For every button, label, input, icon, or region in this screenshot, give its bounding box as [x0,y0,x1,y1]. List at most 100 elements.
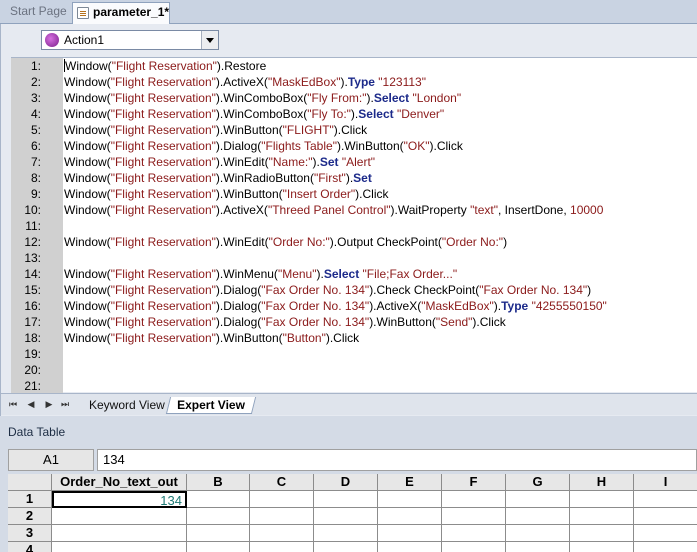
tab-parameter-1[interactable]: parameter_1* [72,2,170,24]
formula-input[interactable]: 134 [97,449,697,471]
code-token-str: "Flights Table" [261,139,337,153]
code-line[interactable]: 13: [11,250,697,266]
last-tab-icon[interactable]: ⏭ [61,400,69,409]
code-token-obj: Window( [64,283,111,297]
code-line[interactable]: 18: Window("Flight Reservation").WinButto… [11,330,697,346]
table-cell[interactable] [187,491,250,508]
code-token-str: "Flight Reservation" [110,267,216,281]
action-dropdown[interactable]: Action1 [41,30,219,50]
table-cell[interactable] [52,542,187,552]
code-line[interactable]: 6: Window("Flight Reservation").Dialog("F… [11,138,697,154]
script-editor[interactable]: 1: Window("Flight Reservation").Restore 2:… [11,57,697,394]
code-line[interactable]: 5: Window("Flight Reservation").WinButton… [11,122,697,138]
table-cell[interactable] [250,525,314,542]
column-header: F [442,474,506,491]
code-line[interactable]: 21: [11,378,697,394]
line-number: 14: [24,267,41,281]
table-cell[interactable] [250,491,314,508]
table-cell[interactable] [634,542,697,552]
document-tabstrip: Start Page parameter_1* [0,0,697,24]
table-cell[interactable] [187,525,250,542]
code-line[interactable]: 9: Window("Flight Reservation").WinButton… [11,186,697,202]
table-cell[interactable] [378,491,442,508]
table-cell[interactable] [570,542,634,552]
code-line[interactable]: 11: [11,218,697,234]
table-cell[interactable] [314,525,378,542]
selected-cell[interactable]: 134 [52,491,187,508]
table-cell[interactable] [52,525,187,542]
table-cell[interactable] [442,525,506,542]
table-cell[interactable] [250,508,314,525]
code-token-obj: Window( [64,235,111,249]
table-cell[interactable] [187,508,250,525]
code-token-str: 10000 [570,203,604,217]
code-line[interactable]: 15: Window("Flight Reservation").Dialog("… [11,282,697,298]
table-cell[interactable] [506,525,570,542]
cell-reference-box[interactable]: A1 [8,449,94,471]
code-line[interactable]: 10: Window("Flight Reservation").ActiveX(… [11,202,697,218]
line-number: 5: [30,123,41,137]
code-line[interactable]: 4: Window("Flight Reservation").WinComboB… [11,106,697,122]
code-token-str: "Fly To:" [307,107,351,121]
code-line[interactable]: 2: Window("Flight Reservation").ActiveX("… [11,74,697,90]
code-token-kw: Set [319,155,339,169]
code-text: Window("Flight Reservation").ActiveX("Th… [64,202,603,218]
tab-keyword-view[interactable]: Keyword View [81,397,173,414]
first-tab-icon[interactable]: ⏮ [9,400,17,409]
next-tab-icon[interactable]: ▶ [45,400,53,409]
code-token-obj: ).WinButton( [369,315,436,329]
code-line[interactable]: 17: Window("Flight Reservation").Dialog("… [11,314,697,330]
code-token-kw: Select [373,91,410,105]
table-cell[interactable] [442,508,506,525]
table-cell[interactable] [314,542,378,552]
table-cell[interactable] [634,508,697,525]
column-header: B [187,474,250,491]
code-line[interactable]: 1: Window("Flight Reservation").Restore [11,58,697,74]
table-cell[interactable] [634,491,697,508]
code-token-str: "Flight Reservation" [110,187,216,201]
previous-tab-icon[interactable]: ◀ [27,400,35,409]
table-cell[interactable] [378,542,442,552]
table-cell[interactable] [570,508,634,525]
code-line[interactable]: 7: Window("Flight Reservation").WinEdit("… [11,154,697,170]
code-text: Window("Flight Reservation").Dialog("Fax… [64,282,591,298]
table-cell[interactable] [378,525,442,542]
table-cell[interactable] [506,508,570,525]
line-number: 20: [24,363,41,377]
code-token-obj: ).Restore [216,59,267,73]
code-line[interactable]: 20: [11,362,697,378]
code-token-str: "File;Fax Order..." [362,267,458,281]
line-number: 7: [30,155,41,169]
line-number: 17: [24,315,41,329]
table-cell[interactable] [442,491,506,508]
code-line[interactable]: 12: Window("Flight Reservation").WinEdit(… [11,234,697,250]
chevron-down-icon[interactable] [201,31,218,49]
code-token-obj: ).Click [333,123,368,137]
table-cell[interactable] [634,525,697,542]
table-cell[interactable] [250,542,314,552]
code-line[interactable]: 19: [11,346,697,362]
code-line[interactable]: 14: Window("Flight Reservation").WinMenu(… [11,266,697,282]
expert-view-editor: Action1 1: Window("Flight Reservation").R… [0,24,697,416]
table-cell[interactable] [570,525,634,542]
data-table-grid[interactable]: Order_No_text_out B C D E F G H I 1 134 2 3 4 [8,474,697,552]
table-cell[interactable] [506,542,570,552]
code-token-str: "Flight Reservation" [110,139,216,153]
table-cell[interactable] [314,491,378,508]
table-cell[interactable] [442,542,506,552]
table-cell[interactable] [506,491,570,508]
table-cell[interactable] [187,542,250,552]
code-token-str: "Flight Reservation" [110,315,216,329]
code-line[interactable]: 3: Window("Flight Reservation").WinComboB… [11,90,697,106]
code-line[interactable]: 8: Window("Flight Reservation").WinRadioB… [11,170,697,186]
code-token-obj: Window( [64,91,111,105]
table-cell[interactable] [314,508,378,525]
tab-expert-view[interactable]: Expert View [165,397,256,414]
table-cell[interactable] [378,508,442,525]
view-tab-bar: ⏮ ◀ ▶ ⏭ Keyword View Expert View [1,393,697,415]
table-cell[interactable] [52,508,187,525]
code-token-obj: Window( [64,331,111,345]
code-line[interactable]: 16: Window("Flight Reservation").Dialog("… [11,298,697,314]
table-cell[interactable] [570,491,634,508]
tab-start-page[interactable]: Start Page [4,2,73,24]
